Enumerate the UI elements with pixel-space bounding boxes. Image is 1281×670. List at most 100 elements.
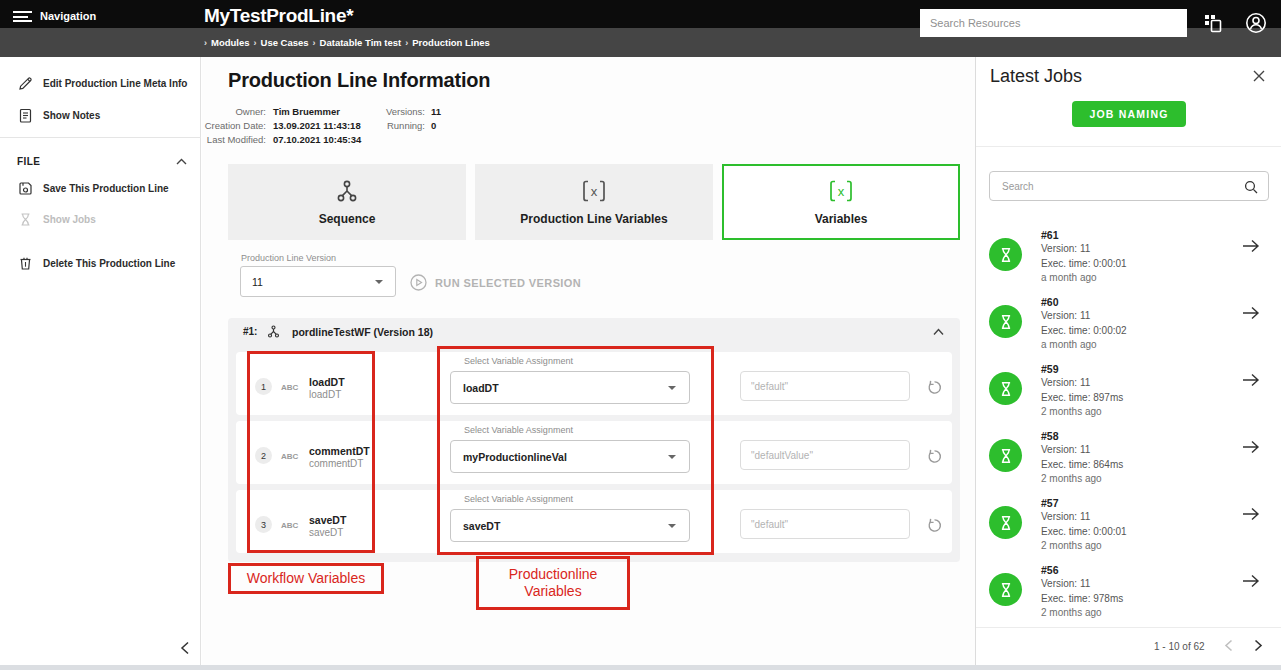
breadcrumb-separator: › bbox=[313, 38, 316, 48]
job-version: Version: 11 bbox=[1041, 578, 1090, 589]
chevron-down-icon bbox=[375, 280, 383, 284]
sidebar-item-label: Delete This Production Line bbox=[43, 258, 175, 269]
type-abc-label: ABC bbox=[281, 452, 298, 461]
tab-variables[interactable]: x Variables bbox=[722, 164, 960, 240]
section-title: Production Line Information bbox=[228, 69, 490, 92]
job-exec-time: Exec. time: 0:00:02 bbox=[1041, 325, 1127, 336]
breadcrumb-modules[interactable]: Modules bbox=[211, 37, 250, 48]
job-age: 2 months ago bbox=[1041, 540, 1102, 551]
jobs-divider bbox=[976, 146, 1281, 147]
job-version: Version: 11 bbox=[1041, 511, 1090, 522]
workflow-header[interactable]: #1: pordlineTestWF (Version 18) bbox=[228, 318, 960, 348]
job-item-56[interactable]: #56 Version: 11 Exec. time: 978ms 2 mont… bbox=[976, 558, 1281, 625]
collapse-panel-icon[interactable] bbox=[933, 328, 944, 336]
sidebar-item-save-production-line[interactable]: Save This Production Line bbox=[0, 173, 200, 203]
breadcrumb-use-cases[interactable]: Use Cases bbox=[261, 37, 309, 48]
hourglass-icon bbox=[17, 211, 34, 228]
run-button-label: RUN SELECTED VERSION bbox=[435, 277, 581, 289]
row-number: 1 bbox=[255, 378, 272, 395]
search-resources-box bbox=[920, 9, 1187, 37]
job-id: #58 bbox=[1041, 430, 1059, 442]
job-item-60[interactable]: #60 Version: 11 Exec. time: 0:00:02 a mo… bbox=[976, 290, 1281, 357]
sidebar-section-file[interactable]: FILE bbox=[17, 156, 187, 167]
annotation-text: Workflow Variables bbox=[247, 570, 366, 587]
arrow-right-icon[interactable] bbox=[1241, 372, 1261, 388]
breadcrumb-datatable[interactable]: Datatable Tim test bbox=[320, 37, 402, 48]
navigation-label[interactable]: Navigation bbox=[40, 10, 96, 22]
job-status-icon bbox=[989, 305, 1022, 338]
arrow-right-icon[interactable] bbox=[1241, 439, 1261, 455]
svg-text:x: x bbox=[838, 184, 845, 199]
sidebar-item-delete-production-line[interactable]: Delete This Production Line bbox=[0, 248, 200, 278]
arrow-right-icon[interactable] bbox=[1241, 573, 1261, 589]
running-value: 0 bbox=[431, 120, 436, 131]
sidebar-item-show-notes[interactable]: Show Notes bbox=[0, 100, 200, 130]
assignment-value: myProductionlineVal bbox=[463, 451, 567, 463]
search-resources-input[interactable] bbox=[920, 9, 1187, 37]
row-number: 3 bbox=[255, 516, 272, 533]
breadcrumb-separator: › bbox=[254, 38, 257, 48]
page-next-icon[interactable] bbox=[1254, 639, 1268, 653]
breadcrumb: ›Modules ›Use Cases ›Datatable Tim test … bbox=[204, 37, 490, 48]
arrow-right-icon[interactable] bbox=[1241, 238, 1261, 254]
default-value-input[interactable] bbox=[740, 371, 910, 401]
breadcrumb-separator: › bbox=[204, 38, 207, 48]
notes-icon bbox=[17, 107, 34, 124]
job-exec-time: Exec. time: 0:00:01 bbox=[1041, 258, 1127, 269]
default-value-input[interactable] bbox=[740, 509, 910, 539]
job-item-57[interactable]: #57 Version: 11 Exec. time: 0:00:01 2 mo… bbox=[976, 491, 1281, 558]
last-modified-label: Last Modified: bbox=[202, 134, 266, 145]
chevron-down-icon bbox=[668, 524, 676, 528]
collapse-sidebar-icon[interactable] bbox=[180, 641, 196, 657]
account-icon[interactable] bbox=[1245, 12, 1267, 34]
job-item-59[interactable]: #59 Version: 11 Exec. time: 897ms 2 mont… bbox=[976, 357, 1281, 424]
job-age: 2 months ago bbox=[1041, 473, 1102, 484]
bottom-scrollbar-track[interactable] bbox=[0, 665, 1281, 670]
last-modified-value: 07.10.2021 10:45:34 bbox=[273, 134, 361, 145]
arrow-right-icon[interactable] bbox=[1241, 506, 1261, 522]
creation-date-label: Creation Date: bbox=[202, 120, 266, 131]
tab-sequence[interactable]: Sequence bbox=[228, 164, 466, 240]
job-status-icon bbox=[989, 439, 1022, 472]
job-item-58[interactable]: #58 Version: 11 Exec. time: 864ms 2 mont… bbox=[976, 424, 1281, 491]
sidebar: Edit Production Line Meta Info Show Note… bbox=[0, 57, 201, 665]
arrow-right-icon[interactable] bbox=[1241, 305, 1261, 321]
variable-assignment-select[interactable]: myProductionlineVal bbox=[450, 440, 690, 473]
chevron-down-icon bbox=[668, 386, 676, 390]
page-previous-icon[interactable] bbox=[1224, 639, 1238, 653]
job-exec-time: Exec. time: 897ms bbox=[1041, 392, 1123, 403]
reset-icon[interactable] bbox=[926, 448, 943, 465]
reset-icon[interactable] bbox=[926, 379, 943, 396]
assignment-label: Select Variable Assignment bbox=[464, 356, 573, 366]
sidebar-item-label: Show Jobs bbox=[43, 214, 96, 225]
workflow-icon bbox=[266, 324, 281, 339]
sidebar-item-label: Show Notes bbox=[43, 110, 100, 121]
variable-assignment-select[interactable]: saveDT bbox=[450, 509, 690, 542]
jobs-search-input[interactable] bbox=[990, 172, 1268, 200]
reset-icon[interactable] bbox=[926, 517, 943, 534]
running-label: Running: bbox=[342, 120, 425, 131]
variable-subname: loadDT bbox=[309, 389, 341, 400]
hamburger-menu-icon[interactable] bbox=[13, 11, 32, 23]
job-item-61[interactable]: #61 Version: 11 Exec. time: 0:00:01 a mo… bbox=[976, 223, 1281, 290]
default-value-input[interactable] bbox=[740, 440, 910, 470]
workflow-index: #1: bbox=[243, 326, 257, 337]
sidebar-item-edit-meta[interactable]: Edit Production Line Meta Info bbox=[0, 68, 200, 98]
run-selected-version-button[interactable]: RUN SELECTED VERSION bbox=[410, 274, 581, 291]
sidebar-item-label: Edit Production Line Meta Info bbox=[43, 78, 187, 89]
variables-icon: x bbox=[579, 178, 609, 204]
close-icon[interactable] bbox=[1252, 69, 1266, 83]
breadcrumb-production-lines[interactable]: Production Lines bbox=[412, 37, 490, 48]
sidebar-item-show-jobs[interactable]: Show Jobs bbox=[0, 204, 200, 234]
owner-value: Tim Bruemmer bbox=[273, 106, 340, 117]
variable-name: loadDT bbox=[309, 376, 345, 388]
version-select[interactable]: 11 bbox=[240, 266, 396, 297]
chevron-down-icon bbox=[668, 455, 676, 459]
sidebar-item-label: Save This Production Line bbox=[43, 183, 169, 194]
job-status-icon bbox=[989, 506, 1022, 539]
modules-grid-icon[interactable] bbox=[1202, 12, 1224, 34]
job-naming-button[interactable]: JOB NAMING bbox=[1072, 101, 1186, 127]
job-version: Version: 11 bbox=[1041, 444, 1090, 455]
tab-production-line-variables[interactable]: x Production Line Variables bbox=[475, 164, 713, 240]
variable-assignment-select[interactable]: loadDT bbox=[450, 371, 690, 404]
